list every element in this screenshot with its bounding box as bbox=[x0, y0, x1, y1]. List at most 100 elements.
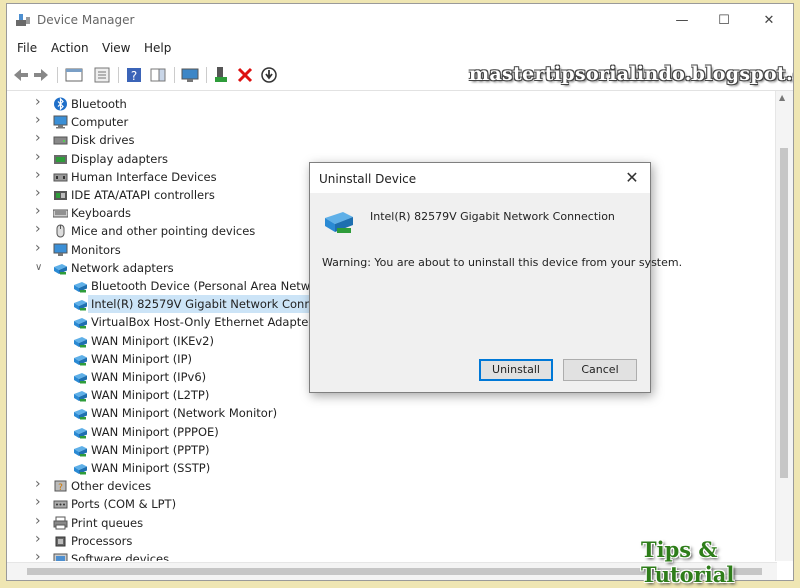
menu-view[interactable]: View bbox=[102, 41, 130, 55]
network-adapter-icon bbox=[74, 282, 87, 293]
vertical-scroll-thumb[interactable] bbox=[780, 148, 788, 478]
chevron-right-icon[interactable]: › bbox=[35, 514, 45, 528]
tree-device-wan-miniport-l2tp[interactable]: WAN Miniport (L2TP) bbox=[7, 386, 317, 404]
tree-category-ports-com-lpt[interactable]: › Ports (COM & LPT) bbox=[7, 495, 317, 513]
tree-category-network-adapters[interactable]: ∨ Network adapters bbox=[7, 259, 317, 277]
tree-item-label: IDE ATA/ATAPI controllers bbox=[71, 188, 215, 202]
uninstall-device-dialog: Uninstall Device ✕ Intel(R) 82579V Gigab… bbox=[309, 162, 682, 393]
chevron-right-icon[interactable]: › bbox=[35, 131, 45, 145]
menu-help[interactable]: Help bbox=[144, 41, 171, 55]
tree-item-label: WAN Miniport (L2TP) bbox=[91, 388, 210, 403]
tree-category-other-devices[interactable]: ›? Other devices bbox=[7, 477, 317, 495]
processor-icon bbox=[55, 536, 66, 547]
tree-category-mice-and-other-pointing-devices[interactable]: › Mice and other pointing devices bbox=[7, 222, 317, 240]
bluetooth-icon bbox=[54, 97, 67, 111]
action-pane-icon[interactable] bbox=[148, 65, 168, 85]
tree-item-label: WAN Miniport (IP) bbox=[91, 351, 192, 366]
update-driver-icon[interactable] bbox=[212, 65, 232, 85]
back-arrow-icon[interactable] bbox=[11, 65, 31, 85]
network-adapter-icon bbox=[74, 427, 87, 439]
cancel-button[interactable]: Cancel bbox=[563, 359, 637, 381]
tree-item-label: WAN Miniport (SSTP) bbox=[91, 461, 211, 475]
scan-hardware-icon[interactable] bbox=[180, 65, 200, 85]
network-adapter-icon bbox=[74, 373, 87, 384]
tree-category-monitors[interactable]: › Monitors bbox=[7, 241, 317, 259]
menu-file[interactable]: File bbox=[17, 41, 37, 55]
uninstall-button[interactable]: Uninstall bbox=[479, 359, 553, 381]
minimize-button[interactable]: — bbox=[662, 10, 702, 32]
vertical-scrollbar[interactable]: ▲ bbox=[775, 91, 793, 561]
menu-bar: File Action View Help bbox=[7, 36, 793, 60]
chevron-right-icon[interactable]: › bbox=[35, 186, 45, 200]
network-adapter-icon bbox=[325, 212, 353, 233]
tree-category-human-interface-devices[interactable]: › Human Interface Devices bbox=[7, 168, 317, 186]
chevron-right-icon[interactable]: › bbox=[35, 241, 45, 255]
tree-device-wan-miniport-ikev2[interactable]: WAN Miniport (IKEv2) bbox=[7, 332, 317, 350]
tree-device-bluetooth-device-personal-area-network[interactable]: Bluetooth Device (Personal Area Network) bbox=[7, 277, 333, 295]
network-adapter-icon bbox=[74, 300, 87, 311]
dialog-close-icon[interactable]: ✕ bbox=[622, 168, 642, 188]
tree-device-wan-miniport-pppoe[interactable]: WAN Miniport (PPPOE) bbox=[7, 423, 317, 441]
ide-controller-icon bbox=[54, 191, 67, 200]
tree-category-ide-ata-atapi-controllers[interactable]: › IDE ATA/ATAPI controllers bbox=[7, 186, 317, 204]
maximize-button[interactable]: ☐ bbox=[704, 10, 744, 32]
keyboard-icon bbox=[53, 209, 68, 218]
chevron-right-icon[interactable]: › bbox=[35, 532, 45, 546]
tree-device-wan-miniport-pptp[interactable]: WAN Miniport (PPTP) bbox=[7, 441, 317, 459]
chevron-right-icon[interactable]: › bbox=[35, 495, 45, 509]
network-adapter-icon bbox=[74, 445, 87, 457]
tree-device-wan-miniport-ip[interactable]: WAN Miniport (IP) bbox=[7, 350, 317, 368]
chevron-down-icon[interactable]: ∨ bbox=[35, 261, 45, 275]
tree-category-disk-drives[interactable]: › Disk drives bbox=[7, 131, 317, 149]
help-icon[interactable]: ? bbox=[124, 65, 144, 85]
tree-category-display-adapters[interactable]: › Display adapters bbox=[7, 150, 317, 168]
tree-device-wan-miniport-ipv6[interactable]: WAN Miniport (IPv6) bbox=[7, 368, 317, 386]
chevron-right-icon[interactable]: › bbox=[35, 95, 45, 109]
tree-item-label: Ports (COM & LPT) bbox=[71, 497, 177, 512]
computer-icon bbox=[53, 115, 68, 129]
tree-item-label: Software devices bbox=[71, 552, 170, 561]
chevron-right-icon[interactable]: › bbox=[35, 477, 45, 491]
show-hide-console-icon[interactable] bbox=[64, 65, 84, 85]
tree-device-wan-miniport-network-monitor[interactable]: WAN Miniport (Network Monitor) bbox=[7, 404, 317, 422]
chevron-right-icon[interactable]: › bbox=[35, 150, 45, 164]
printer-icon bbox=[53, 516, 68, 530]
close-window-button[interactable]: ✕ bbox=[749, 10, 789, 32]
properties-icon[interactable] bbox=[92, 65, 112, 85]
tree-item-label: VirtualBox Host-Only Ethernet Adapter bbox=[91, 315, 314, 330]
tree-category-software-devices[interactable]: › Software devices bbox=[7, 550, 317, 561]
tree-item-label: WAN Miniport (IPv6) bbox=[91, 370, 207, 384]
tree-category-computer[interactable]: › Computer bbox=[7, 113, 317, 131]
tree-device-virtualbox-host-only-ethernet-adapter[interactable]: VirtualBox Host-Only Ethernet Adapter bbox=[7, 313, 317, 331]
enable-device-icon[interactable] bbox=[259, 65, 279, 85]
network-adapter-icon bbox=[74, 354, 87, 366]
toolbar-separator bbox=[118, 67, 119, 83]
tree-device-intel-r-82579v-gigabit-network-connection[interactable]: Intel(R) 82579V Gigabit Network Connecti… bbox=[7, 295, 347, 314]
tree-category-keyboards[interactable]: › Keyboards bbox=[7, 204, 317, 222]
chevron-right-icon[interactable]: › bbox=[35, 204, 45, 218]
tree-category-processors[interactable]: › Processors bbox=[7, 532, 317, 550]
toolbar: ? mastertipsorialindo.blogspot.com bbox=[7, 60, 793, 91]
tips-tutorial-logo: Tips & Tutorial bbox=[641, 537, 735, 587]
scroll-up-icon[interactable]: ▲ bbox=[779, 93, 785, 102]
tree-device-wan-miniport-sstp[interactable]: WAN Miniport (SSTP) bbox=[7, 459, 317, 477]
other-device-icon: ? bbox=[54, 480, 67, 493]
uninstall-device-icon[interactable] bbox=[235, 65, 255, 85]
tree-category-print-queues[interactable]: › Print queues bbox=[7, 514, 317, 532]
chevron-right-icon[interactable]: › bbox=[35, 168, 45, 182]
toolbar-separator bbox=[206, 67, 207, 83]
display-adapter-icon bbox=[54, 154, 67, 164]
chevron-right-icon[interactable]: › bbox=[35, 113, 45, 127]
device-manager-icon bbox=[16, 14, 30, 26]
tree-item-label: Disk drives bbox=[71, 133, 135, 148]
tree-item-label: WAN Miniport (Network Monitor) bbox=[91, 406, 278, 421]
tree-category-bluetooth[interactable]: › Bluetooth bbox=[7, 95, 317, 113]
chevron-right-icon[interactable]: › bbox=[35, 222, 45, 236]
hid-icon bbox=[53, 173, 68, 182]
forward-arrow-icon[interactable] bbox=[31, 65, 51, 85]
menu-action[interactable]: Action bbox=[51, 41, 89, 55]
chevron-right-icon[interactable]: › bbox=[35, 550, 45, 561]
tree-item-label: WAN Miniport (IKEv2) bbox=[91, 333, 214, 348]
svg-text:?: ? bbox=[58, 483, 63, 493]
tree-item-label: Bluetooth Device (Personal Area Network) bbox=[91, 279, 334, 293]
